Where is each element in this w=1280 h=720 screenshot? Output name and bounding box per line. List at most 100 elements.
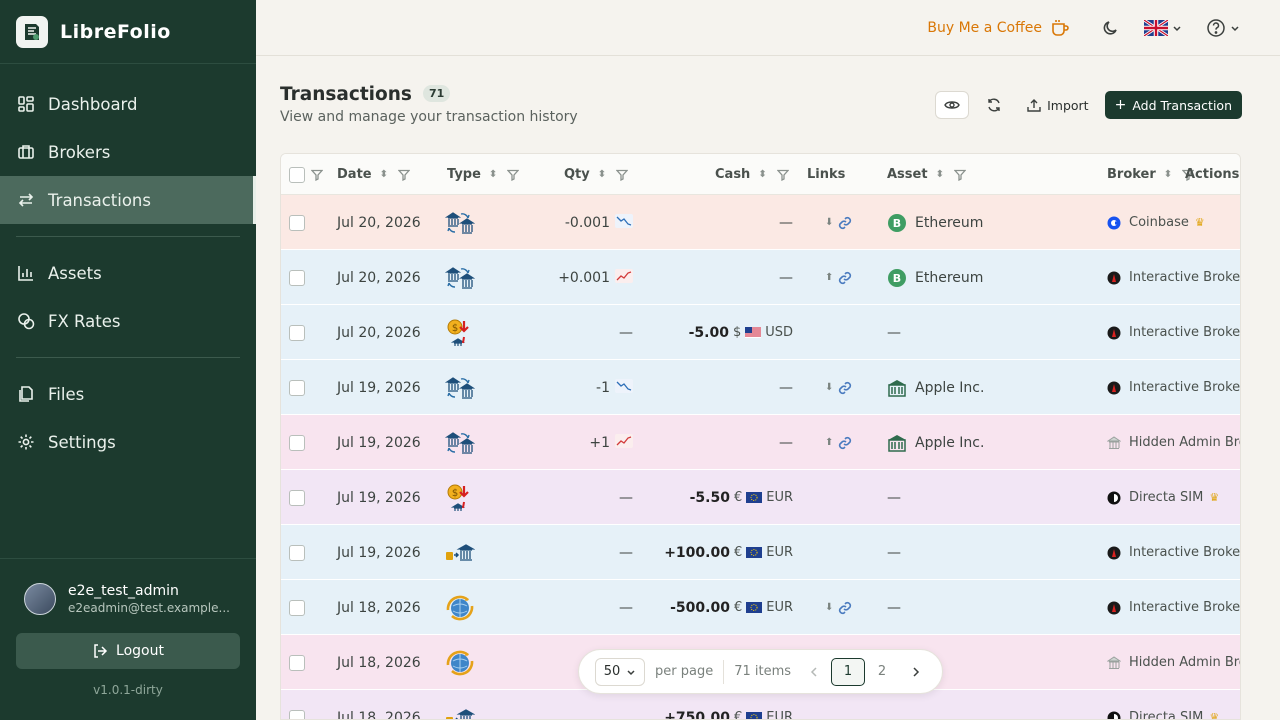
buy-coffee-label: Buy Me a Coffee xyxy=(927,19,1042,36)
column-asset[interactable]: Asset ⬍ xyxy=(887,154,966,195)
filter-icon[interactable] xyxy=(776,169,789,181)
table-row[interactable]: Jul 18, 2026 — -500.00 € EUR ⬇ — Interactive Br… xyxy=(281,580,1240,635)
column-actions-label: Actions xyxy=(1185,167,1240,182)
broker-name: Interactive Brokers xyxy=(1129,270,1241,285)
linked-transaction-icon[interactable]: ⬇ xyxy=(825,580,853,635)
sort-icon[interactable]: ⬍ xyxy=(489,169,497,180)
asset-name: — xyxy=(887,599,901,616)
language-selector[interactable] xyxy=(1144,19,1182,36)
brand[interactable]: LibreFolio xyxy=(0,0,256,64)
page-button-1[interactable]: 1 xyxy=(831,657,866,686)
filter-icon[interactable] xyxy=(953,169,966,181)
import-button[interactable]: Import xyxy=(1019,91,1097,119)
sort-icon[interactable]: ⬍ xyxy=(598,169,606,180)
asset-cell: — xyxy=(887,580,901,635)
per-page-select[interactable]: 50 xyxy=(595,657,645,686)
cash-value: -5.50 xyxy=(689,489,730,506)
broker-name: Interactive Brokers xyxy=(1129,380,1241,395)
linked-transaction-icon[interactable]: ⬇ xyxy=(825,195,853,250)
table-row[interactable]: Jul 19, 2026 $ — -5.50 € EUR — Directa SIM ♛ xyxy=(281,470,1240,525)
broker-cell: Interactive Brokers xyxy=(1107,525,1240,580)
linked-transaction-icon[interactable]: ⬇ xyxy=(825,360,853,415)
page-button-2[interactable]: 2 xyxy=(865,658,899,686)
column-qty[interactable]: Qty ⬍ xyxy=(564,154,629,195)
column-cash[interactable]: Cash ⬍ xyxy=(715,154,789,195)
visibility-toggle-button[interactable] xyxy=(935,91,970,119)
logout-icon xyxy=(94,644,108,658)
row-checkbox[interactable] xyxy=(289,269,305,286)
row-checkbox[interactable] xyxy=(289,324,305,341)
sort-icon[interactable]: ⬍ xyxy=(1164,169,1172,180)
main-nav: Dashboard Brokers Transactions Assets FX… xyxy=(0,64,256,466)
row-checkbox[interactable] xyxy=(289,489,305,506)
table-row[interactable]: Jul 18, 2026 +750.00 € EUR Directa SIM ♛ xyxy=(281,690,1240,720)
sidebar-item-transactions[interactable]: Transactions xyxy=(0,176,256,224)
row-checkbox[interactable] xyxy=(289,709,305,719)
cash-value: -500.00 xyxy=(670,599,730,616)
asset-name: Ethereum xyxy=(915,214,984,231)
sidebar-item-dashboard[interactable]: Dashboard xyxy=(0,80,256,128)
table-row[interactable]: Jul 20, 2026 +0.001 — ⬆ B Ethereum Interactive… xyxy=(281,250,1240,305)
ib-broker-icon xyxy=(1107,381,1121,395)
sort-icon[interactable]: ⬍ xyxy=(936,169,944,180)
sidebar-item-brokers[interactable]: Brokers xyxy=(0,128,256,176)
table-row[interactable]: Jul 20, 2026 $ — -5.00 $ USD — Interactive Brok… xyxy=(281,305,1240,360)
filter-icon[interactable] xyxy=(311,169,323,181)
per-page-label: per page xyxy=(655,664,714,679)
nav-divider xyxy=(16,236,240,237)
coffee-cup-icon xyxy=(1052,19,1069,36)
user-profile[interactable]: e2e_test_admin e2eadmin@test.example... xyxy=(24,583,240,615)
table-row[interactable]: Jul 19, 2026 -1 — ⬇ Apple Inc. Interactive Br… xyxy=(281,360,1240,415)
broker-name: Hidden Admin Broker xyxy=(1129,655,1240,670)
sidebar-item-files[interactable]: Files xyxy=(0,370,256,418)
linked-transaction-icon[interactable]: ⬆ xyxy=(825,415,853,470)
trend-up-icon xyxy=(610,268,633,287)
sidebar-item-settings[interactable]: Settings xyxy=(0,418,256,466)
sort-icon[interactable]: ⬍ xyxy=(758,169,766,180)
sidebar-item-assets[interactable]: Assets xyxy=(0,249,256,297)
filter-icon[interactable] xyxy=(398,169,410,181)
row-checkbox[interactable] xyxy=(289,214,305,231)
linked-transaction-icon[interactable]: ⬆ xyxy=(825,250,853,305)
plus-icon: + xyxy=(1114,97,1127,113)
coins-icon xyxy=(16,311,36,331)
sidebar-item-fx-rates[interactable]: FX Rates xyxy=(0,297,256,345)
row-checkbox[interactable] xyxy=(289,544,305,561)
ib-broker-icon xyxy=(1107,271,1121,285)
filter-icon[interactable] xyxy=(507,169,520,181)
table-row[interactable]: Jul 19, 2026 +1 — ⬆ Apple Inc. Hidden Admin B… xyxy=(281,415,1240,470)
column-broker[interactable]: Broker ⬍ xyxy=(1107,154,1195,195)
chevron-right-icon xyxy=(913,666,920,677)
help-menu[interactable] xyxy=(1206,18,1240,38)
row-checkbox[interactable] xyxy=(289,599,305,616)
column-date[interactable]: Date ⬍ xyxy=(337,154,410,195)
qty-cell: — xyxy=(521,305,633,360)
svg-text:B: B xyxy=(893,217,901,230)
eu-flag-icon xyxy=(742,710,766,719)
table-row[interactable]: Jul 19, 2026 — +100.00 € EUR — Interactive Bro… xyxy=(281,525,1240,580)
qty-cell: +1 xyxy=(521,415,633,470)
refresh-button[interactable] xyxy=(977,91,1011,119)
header-actions: Import + Add Transaction xyxy=(935,91,1242,119)
prev-page-button[interactable] xyxy=(797,658,831,686)
sort-icon[interactable]: ⬍ xyxy=(380,169,388,180)
row-checkbox[interactable] xyxy=(289,379,305,396)
filter-icon[interactable] xyxy=(616,169,629,181)
select-all-checkbox[interactable] xyxy=(289,166,305,183)
broker-name: Directa SIM xyxy=(1129,710,1204,720)
column-date-label: Date xyxy=(337,167,372,182)
cash-value: — xyxy=(779,214,793,231)
sidebar-item-label: Dashboard xyxy=(48,94,138,114)
logout-button[interactable]: Logout xyxy=(16,633,240,669)
table-row[interactable]: Jul 20, 2026 -0.001 — ⬇ B Ethereum Coinbase ♛ xyxy=(281,195,1240,250)
row-checkbox[interactable] xyxy=(289,654,305,671)
fee-type-icon: $ xyxy=(445,470,475,525)
column-type[interactable]: Type ⬍ xyxy=(447,154,520,195)
next-page-button[interactable] xyxy=(899,658,933,686)
buy-coffee-link[interactable]: Buy Me a Coffee xyxy=(927,19,1070,37)
theme-toggle[interactable] xyxy=(1102,19,1120,37)
add-transaction-button[interactable]: + Add Transaction xyxy=(1104,91,1242,119)
row-checkbox[interactable] xyxy=(289,434,305,451)
moon-icon xyxy=(1103,20,1117,35)
cash-cell: +100.00 € EUR xyxy=(641,525,793,580)
